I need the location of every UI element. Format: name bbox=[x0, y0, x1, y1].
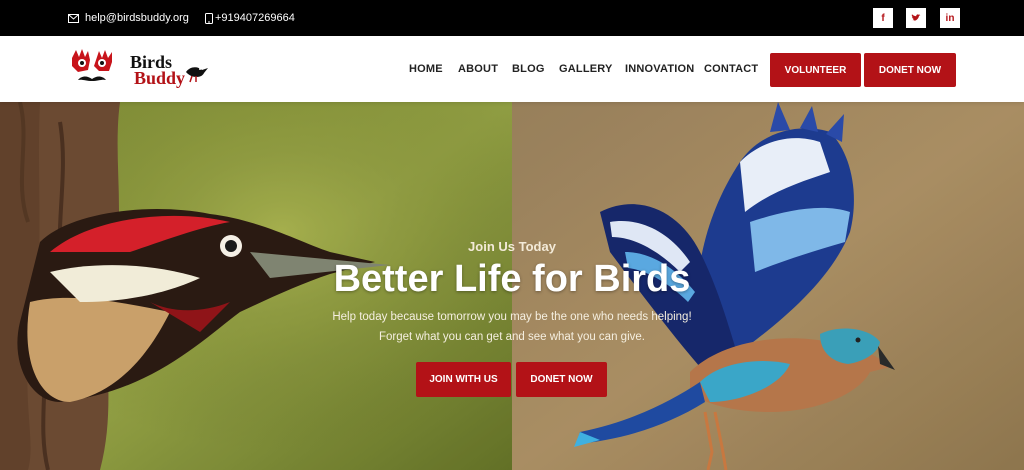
site-logo[interactable]: Birds Buddy bbox=[66, 48, 216, 92]
main-header: Birds Buddy HOME ABOUT BLOG GALLERY INNO… bbox=[0, 36, 1024, 102]
hero-subtitle-line-2: Forget what you can get and see what you… bbox=[379, 331, 645, 343]
logo-text-buddy: Buddy bbox=[134, 68, 186, 88]
linkedin-icon[interactable]: in bbox=[940, 8, 960, 28]
nav-link-home[interactable]: HOME bbox=[409, 63, 443, 75]
nav-item-about[interactable]: ABOUT bbox=[458, 36, 498, 102]
facebook-icon[interactable]: f bbox=[873, 8, 893, 28]
nav-link-about[interactable]: ABOUT bbox=[458, 63, 498, 75]
hero-subtitle-line-1: Help today because tomorrow you may be t… bbox=[332, 311, 692, 323]
email-text[interactable]: help@birdsbuddy.org bbox=[85, 12, 189, 24]
nav-item-contact[interactable]: CONTACT bbox=[704, 36, 758, 102]
nav-link-innovation[interactable]: INNOVATION bbox=[625, 63, 694, 75]
nav-item-home[interactable]: HOME bbox=[409, 36, 443, 102]
nav-link-gallery[interactable]: GALLERY bbox=[559, 63, 613, 75]
hero-donate-button[interactable]: DONET NOW bbox=[516, 362, 607, 397]
volunteer-button[interactable]: VOLUNTEER bbox=[770, 53, 861, 87]
envelope-icon bbox=[68, 13, 79, 23]
linkedin-glyph: in bbox=[945, 12, 955, 24]
hero-title: Better Life for Birds bbox=[333, 258, 691, 300]
twitter-bird-glyph bbox=[911, 14, 921, 21]
twitter-icon[interactable] bbox=[906, 8, 926, 28]
phone-contact[interactable]: +919407269664 bbox=[205, 0, 295, 36]
top-contact-bar: help@birdsbuddy.org +919407269664 f in bbox=[0, 0, 1024, 36]
hero-banner: Join Us Today Better Life for Birds Help… bbox=[0, 102, 1024, 470]
header-donate-button[interactable]: DONET NOW bbox=[864, 53, 956, 87]
hero-kicker: Join Us Today bbox=[468, 239, 556, 254]
nav-link-blog[interactable]: BLOG bbox=[512, 63, 545, 75]
join-with-us-button[interactable]: JOIN WITH US bbox=[416, 362, 511, 397]
nav-item-gallery[interactable]: GALLERY bbox=[559, 36, 613, 102]
facebook-glyph: f bbox=[881, 12, 885, 24]
mobile-phone-icon bbox=[205, 12, 213, 24]
nav-link-contact[interactable]: CONTACT bbox=[704, 63, 758, 75]
nav-item-blog[interactable]: BLOG bbox=[512, 36, 545, 102]
phone-text[interactable]: +919407269664 bbox=[215, 12, 295, 24]
email-contact[interactable]: help@birdsbuddy.org bbox=[68, 0, 189, 36]
nav-item-innovation[interactable]: INNOVATION bbox=[625, 36, 694, 102]
